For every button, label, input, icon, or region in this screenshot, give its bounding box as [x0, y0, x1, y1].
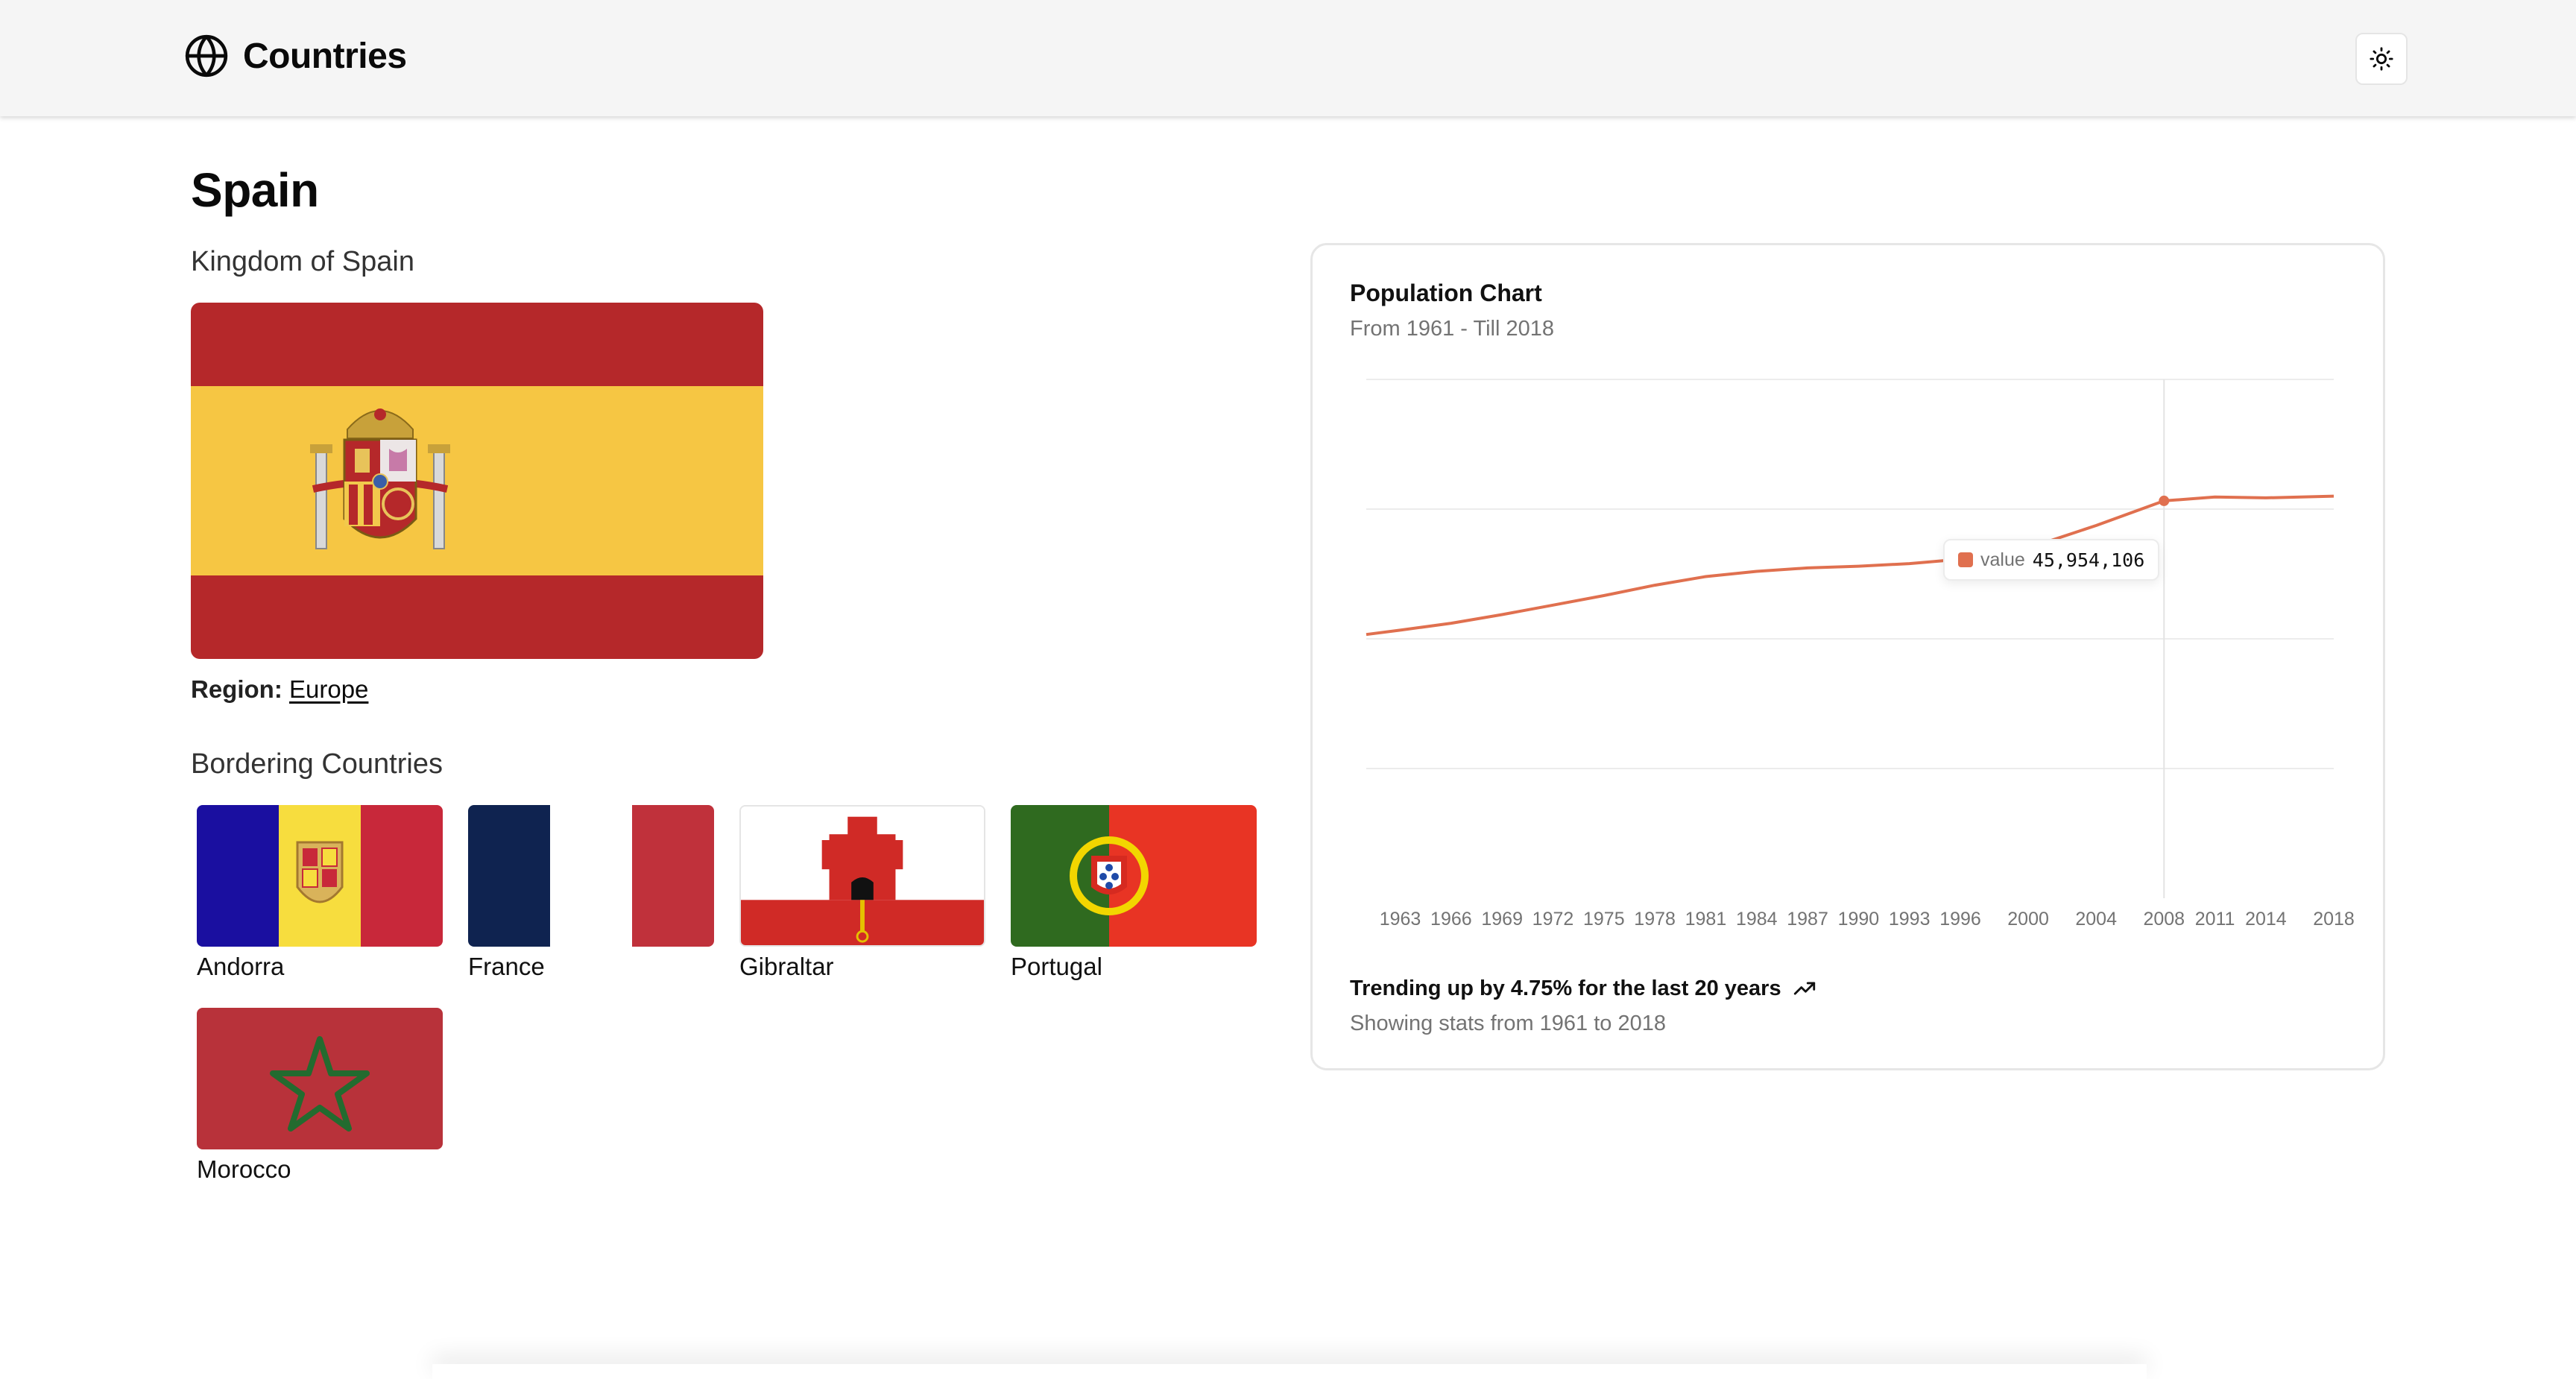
france-flag	[468, 805, 714, 947]
border-country-morocco[interactable]: Morocco	[197, 1008, 443, 1184]
andorra-flag	[197, 805, 443, 947]
official-name: Kingdom of Spain	[191, 246, 414, 277]
chart-note: Showing stats from 1961 to 2018	[1350, 1012, 1666, 1035]
app-header: Countries	[0, 0, 2576, 116]
x-tick-label: 1969	[1481, 909, 1523, 930]
x-tick-label: 1963	[1380, 909, 1421, 930]
border-country-name: Andorra	[197, 953, 285, 980]
x-tick-label: 1990	[1838, 909, 1880, 930]
gibraltar-flag	[739, 805, 985, 947]
portugal-flag	[1011, 805, 1257, 947]
globe-icon	[185, 34, 228, 78]
spain-flag	[191, 303, 763, 659]
x-tick-label: 2014	[2245, 909, 2287, 930]
border-country-portugal[interactable]: Portugal	[1011, 805, 1257, 981]
region-link[interactable]: Europe	[289, 675, 368, 703]
highlight-point	[2159, 495, 2170, 506]
x-tick-label: 1972	[1532, 909, 1574, 930]
bottom-edge-shadow	[432, 1364, 2147, 1379]
trend-text: Trending up by 4.75% for the last 20 yea…	[1350, 976, 1781, 1000]
population-chart-card: Population Chart From 1961 - Till 2018 1…	[1310, 243, 2385, 1070]
x-tick-label: 1981	[1685, 909, 1727, 930]
morocco-flag	[197, 1008, 443, 1149]
border-country-name: France	[468, 953, 545, 980]
border-country-name: Morocco	[197, 1155, 291, 1183]
border-country-name: Portugal	[1011, 953, 1102, 980]
brand[interactable]: Countries	[183, 33, 407, 79]
x-tick-label: 1996	[1939, 909, 1981, 930]
sun-icon	[2370, 47, 2393, 71]
population-line-chart[interactable]: 1963 1966 1969 1972 1975 1978 1981 1984 1987 1990…	[1313, 245, 2387, 1073]
x-tick-label: 2004	[2075, 909, 2117, 930]
region-label: Region:	[191, 675, 282, 703]
x-tick-label: 1975	[1583, 909, 1625, 930]
chart-trend: Trending up by 4.75% for the last 20 yea…	[1350, 976, 1817, 1001]
tooltip-value: 45,954,106	[2032, 549, 2145, 571]
chart-tooltip: value 45,954,106	[1943, 539, 2160, 581]
x-tick-label: 1984	[1736, 909, 1778, 930]
app-title: Countries	[243, 36, 407, 76]
x-tick-label: 1987	[1787, 909, 1828, 930]
border-country-france[interactable]: France	[468, 805, 714, 981]
border-country-name: Gibraltar	[739, 953, 834, 980]
trending-up-icon	[1793, 982, 1815, 995]
border-country-gibraltar[interactable]: Gibraltar	[739, 805, 985, 981]
tooltip-swatch	[1958, 552, 1973, 567]
tooltip-key: value	[1980, 549, 2025, 570]
x-tick-label: 2018	[2313, 909, 2355, 930]
country-name: Spain	[191, 163, 319, 217]
population-series-line	[1366, 494, 2334, 637]
x-tick-label: 2011	[2195, 909, 2235, 930]
x-tick-label: 1993	[1889, 909, 1931, 930]
x-tick-label: 1978	[1634, 909, 1676, 930]
x-tick-label: 2000	[2007, 909, 2049, 930]
bordering-countries-title: Bordering Countries	[191, 748, 443, 780]
region-line: Region: Europe	[191, 675, 368, 704]
x-tick-label: 2008	[2143, 909, 2185, 930]
x-tick-label: 1966	[1430, 909, 1472, 930]
theme-toggle-button[interactable]	[2355, 33, 2408, 85]
border-country-andorra[interactable]: Andorra	[197, 805, 443, 981]
